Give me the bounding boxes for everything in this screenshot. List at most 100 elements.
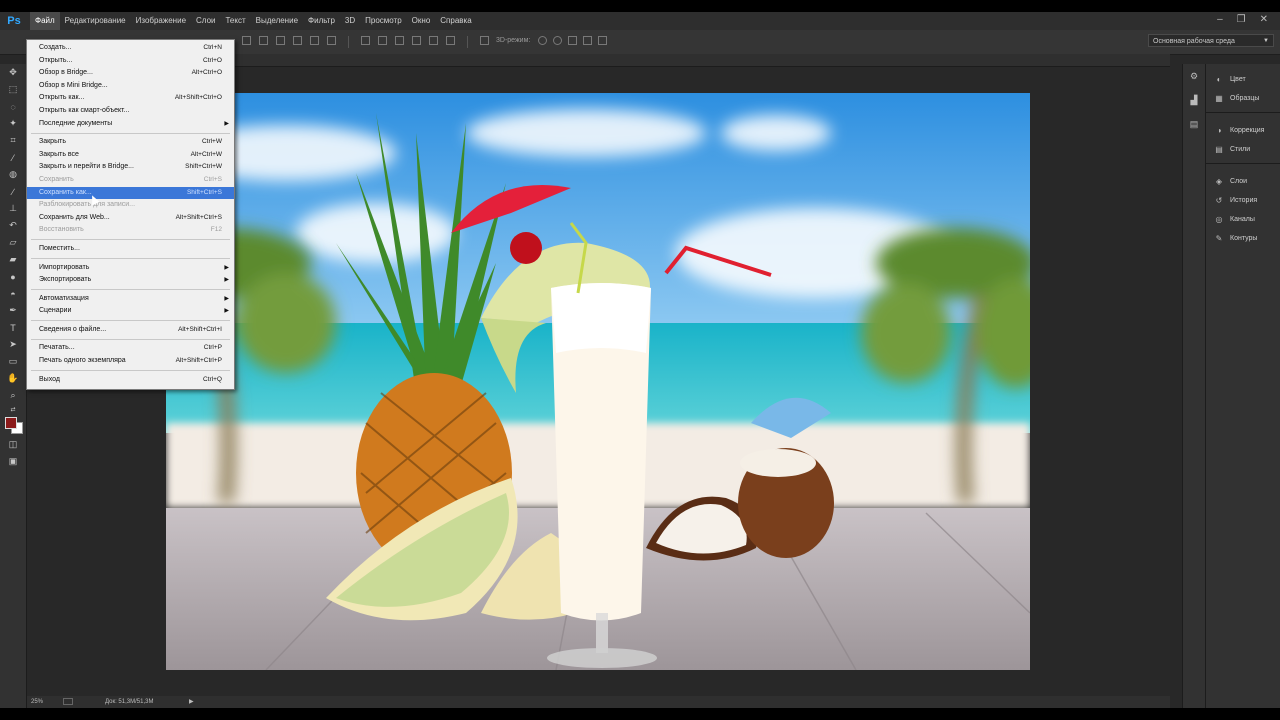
panel-tab[interactable]: ▤ Стили bbox=[1206, 140, 1280, 159]
status-info-icon[interactable] bbox=[63, 698, 73, 705]
menu-item-4[interactable]: Текст bbox=[220, 12, 250, 30]
file-menu-item[interactable]: Обзор в Bridge... Alt+Ctrl+O bbox=[27, 67, 234, 80]
menu-item-6[interactable]: Фильтр bbox=[303, 12, 340, 30]
file-menu-item-label: Экспортировать bbox=[39, 276, 92, 284]
brush-tool-icon[interactable]: ∕ bbox=[0, 183, 26, 200]
document-canvas[interactable] bbox=[166, 93, 1030, 670]
align-middle-icon[interactable] bbox=[259, 36, 268, 45]
history-brush-tool-icon[interactable]: ↶ bbox=[0, 217, 26, 234]
align-left-icon[interactable] bbox=[293, 36, 302, 45]
gradient-tool-icon[interactable]: ▰ bbox=[0, 251, 26, 268]
panel-tab[interactable]: ◈ Слои bbox=[1206, 172, 1280, 191]
info-panel-icon[interactable]: ▤ bbox=[1183, 112, 1205, 136]
file-menu-item[interactable]: Открыть как... Alt+Shift+Ctrl+O bbox=[27, 92, 234, 105]
dodge-tool-icon[interactable]: ◓ bbox=[0, 285, 26, 302]
file-menu-item[interactable]: Закрыть и перейти в Bridge... Shift+Ctrl+… bbox=[27, 161, 234, 174]
minimize-icon[interactable]: ‒ bbox=[1217, 14, 1223, 25]
file-menu-item[interactable]: Открыть... Ctrl+O bbox=[27, 55, 234, 68]
file-menu-item[interactable]: Сохранить как... Shift+Ctrl+S bbox=[27, 186, 234, 200]
file-menu-item[interactable]: Выход Ctrl+Q bbox=[27, 374, 234, 387]
distribute-bottom-icon[interactable] bbox=[395, 36, 404, 45]
menu-item-10[interactable]: Справка bbox=[435, 12, 476, 30]
panel-tab[interactable]: ▦ Образцы bbox=[1206, 89, 1280, 108]
panel-tab[interactable]: ◎ Каналы bbox=[1206, 210, 1280, 229]
eyedropper-tool-icon[interactable]: ⁄ bbox=[0, 149, 26, 166]
hand-tool-icon[interactable]: ✋ bbox=[0, 370, 26, 387]
file-menu-item[interactable]: Создать... Ctrl+N bbox=[27, 42, 234, 55]
file-menu-item-label: Последние документы bbox=[39, 119, 113, 127]
file-menu-item-label: Обзор в Bridge... bbox=[39, 69, 93, 77]
panel-tab[interactable]: ↺ История bbox=[1206, 191, 1280, 210]
file-menu-item[interactable]: Поместить... bbox=[27, 243, 234, 256]
marquee-tool-icon[interactable]: ⬚ bbox=[0, 81, 26, 98]
workspace-select[interactable]: Основная рабочая среда ▼ bbox=[1148, 34, 1274, 47]
distribute-right-icon[interactable] bbox=[446, 36, 455, 45]
quick-mask-icon[interactable]: ◫ bbox=[0, 436, 26, 453]
status-menu-arrow-icon[interactable]: ▶ bbox=[189, 696, 194, 708]
menu-item-3[interactable]: Слои bbox=[191, 12, 220, 30]
move-tool-icon[interactable]: ✥ bbox=[0, 64, 26, 81]
3d-pan-icon[interactable] bbox=[568, 36, 577, 45]
align-center-icon[interactable] bbox=[310, 36, 319, 45]
panel-tab[interactable]: ✎ Контуры bbox=[1206, 229, 1280, 248]
menu-item-7[interactable]: 3D bbox=[340, 12, 360, 30]
menu-item-8[interactable]: Просмотр bbox=[360, 12, 407, 30]
clone-stamp-tool-icon[interactable]: ⊥ bbox=[0, 200, 26, 217]
3d-scale-icon[interactable] bbox=[598, 36, 607, 45]
swap-colors-icon[interactable]: ⇄ bbox=[0, 404, 26, 414]
magic-wand-tool-icon[interactable]: ✦ bbox=[0, 115, 26, 132]
close-icon[interactable]: ✕ bbox=[1260, 14, 1268, 25]
distribute-top-icon[interactable] bbox=[361, 36, 370, 45]
menu-item-0[interactable]: Файл bbox=[30, 12, 60, 30]
restore-icon[interactable]: ❐ bbox=[1237, 14, 1246, 25]
zoom-tool-icon[interactable]: ⌕ bbox=[0, 387, 26, 404]
file-menu-item[interactable]: Печатать... Ctrl+P bbox=[27, 342, 234, 355]
zoom-level[interactable]: 25% bbox=[31, 696, 43, 708]
file-menu-item[interactable]: Импортировать ▶ bbox=[27, 262, 234, 275]
3d-rotate-icon[interactable] bbox=[538, 36, 547, 45]
3d-slide-icon[interactable] bbox=[583, 36, 592, 45]
file-menu-item-label: Печать одного экземпляра bbox=[39, 357, 126, 365]
submenu-arrow-icon: ▶ bbox=[224, 264, 229, 271]
3d-roll-icon[interactable] bbox=[553, 36, 562, 45]
screen-mode-icon[interactable]: ▣ bbox=[0, 453, 26, 470]
file-menu-item[interactable]: Обзор в Mini Bridge... bbox=[27, 80, 234, 93]
healing-brush-tool-icon[interactable]: ◍ bbox=[0, 166, 26, 183]
auto-align-icon[interactable] bbox=[480, 36, 489, 45]
file-menu-item[interactable]: Закрыть Ctrl+W bbox=[27, 136, 234, 149]
file-menu-item-label: Разблокировать для записи... bbox=[39, 201, 136, 209]
path-selection-tool-icon[interactable]: ➤ bbox=[0, 336, 26, 353]
menu-item-5[interactable]: Выделение bbox=[251, 12, 303, 30]
align-bottom-icon[interactable] bbox=[276, 36, 285, 45]
lasso-tool-icon[interactable]: ◌ bbox=[0, 98, 26, 115]
histogram-panel-icon[interactable]: ▟ bbox=[1183, 88, 1205, 112]
file-menu-item[interactable]: Экспортировать ▶ bbox=[27, 274, 234, 287]
file-menu-item[interactable]: Печать одного экземпляра Alt+Shift+Ctrl+P bbox=[27, 355, 234, 368]
menu-item-2[interactable]: Изображение bbox=[131, 12, 191, 30]
pen-tool-icon[interactable]: ✒ bbox=[0, 302, 26, 319]
distribute-center-icon[interactable] bbox=[429, 36, 438, 45]
color-swatches[interactable] bbox=[0, 414, 26, 436]
file-menu-item[interactable]: Сценарии ▶ bbox=[27, 305, 234, 318]
file-menu-item[interactable]: Закрыть все Alt+Ctrl+W bbox=[27, 149, 234, 162]
menu-item-9[interactable]: Окно bbox=[407, 12, 436, 30]
distribute-left-icon[interactable] bbox=[412, 36, 421, 45]
file-menu-item[interactable]: Сохранить для Web... Alt+Shift+Ctrl+S bbox=[27, 212, 234, 225]
distribute-middle-icon[interactable] bbox=[378, 36, 387, 45]
file-menu-item[interactable]: Сведения о файле... Alt+Shift+Ctrl+I bbox=[27, 324, 234, 337]
crop-tool-icon[interactable]: ⌗ bbox=[0, 132, 26, 149]
file-menu-item[interactable]: Последние документы ▶ bbox=[27, 118, 234, 131]
panel-tab[interactable]: ◑ Коррекция bbox=[1206, 121, 1280, 140]
menu-item-1[interactable]: Редактирование bbox=[60, 12, 131, 30]
eraser-tool-icon[interactable]: ▱ bbox=[0, 234, 26, 251]
properties-panel-icon[interactable]: ⚙ bbox=[1183, 64, 1205, 88]
align-right-icon[interactable] bbox=[327, 36, 336, 45]
foreground-color-swatch[interactable] bbox=[5, 417, 17, 429]
file-menu-item[interactable]: Открыть как смарт-объект... bbox=[27, 105, 234, 118]
shape-tool-icon[interactable]: ▭ bbox=[0, 353, 26, 370]
blur-tool-icon[interactable]: ● bbox=[0, 268, 26, 285]
type-tool-icon[interactable]: T bbox=[0, 319, 26, 336]
align-top-icon[interactable] bbox=[242, 36, 251, 45]
panel-tab[interactable]: ◐ Цвет bbox=[1206, 70, 1280, 89]
file-menu-item[interactable]: Автоматизация ▶ bbox=[27, 293, 234, 306]
